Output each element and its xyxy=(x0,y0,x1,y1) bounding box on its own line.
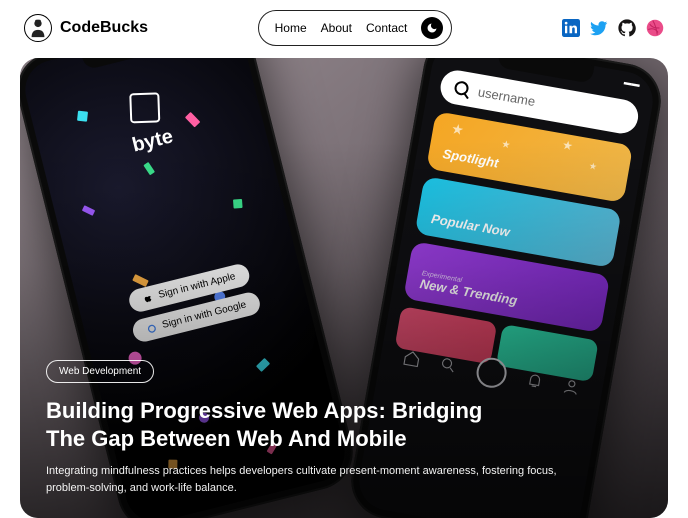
header: CodeBucks Home About Contact xyxy=(0,0,688,56)
search-icon xyxy=(453,80,469,96)
avatar xyxy=(24,14,52,42)
nav-contact[interactable]: Contact xyxy=(366,21,407,35)
github-link[interactable] xyxy=(618,19,636,37)
avatar-person-icon xyxy=(27,17,49,39)
signin-google-button: Sign in with Google xyxy=(131,290,263,344)
github-icon xyxy=(618,19,636,37)
hero-description: Integrating mindfulness practices helps … xyxy=(46,463,586,496)
search-bar: username xyxy=(438,68,641,136)
twitter-link[interactable] xyxy=(590,19,608,37)
brand[interactable]: CodeBucks xyxy=(24,14,148,42)
social-links xyxy=(562,19,664,37)
status-time: 12:45 xyxy=(450,58,472,59)
byte-icon xyxy=(129,92,160,123)
status-bar: 12:45 ▬▬ xyxy=(450,58,641,89)
brand-name: CodeBucks xyxy=(60,19,148,37)
twitter-icon xyxy=(590,19,608,37)
hero-title[interactable]: Building Progressive Web Apps: Bridging … xyxy=(46,397,486,453)
byte-logo: byte xyxy=(121,88,176,157)
theme-toggle-button[interactable] xyxy=(421,17,443,39)
dribbble-icon xyxy=(646,19,664,37)
category-tag[interactable]: Web Development xyxy=(46,360,154,383)
apple-icon xyxy=(142,292,154,304)
dribbble-link[interactable] xyxy=(646,19,664,37)
moon-icon xyxy=(426,22,438,34)
nav-home[interactable]: Home xyxy=(275,21,307,35)
card-trending: Experimental New & Trending xyxy=(403,241,610,333)
card-spotlight: ★ ★ ★ ★ Spotlight xyxy=(426,111,633,203)
google-icon xyxy=(146,322,158,334)
linkedin-link[interactable] xyxy=(562,19,580,37)
nav-about[interactable]: About xyxy=(321,21,352,35)
status-icons: ▬▬ xyxy=(623,77,640,89)
byte-text: byte xyxy=(130,125,175,157)
search-placeholder: username xyxy=(477,84,537,109)
nav-pill: Home About Contact xyxy=(258,10,453,46)
signin-apple-button: Sign in with Apple xyxy=(127,262,252,314)
linkedin-icon xyxy=(562,19,580,37)
hero-card[interactable]: byte Sign in with Apple Sign in with Goo… xyxy=(20,58,668,518)
card-popular: Popular Now xyxy=(415,176,622,268)
hero-content: Web Development Building Progressive Web… xyxy=(46,360,642,496)
